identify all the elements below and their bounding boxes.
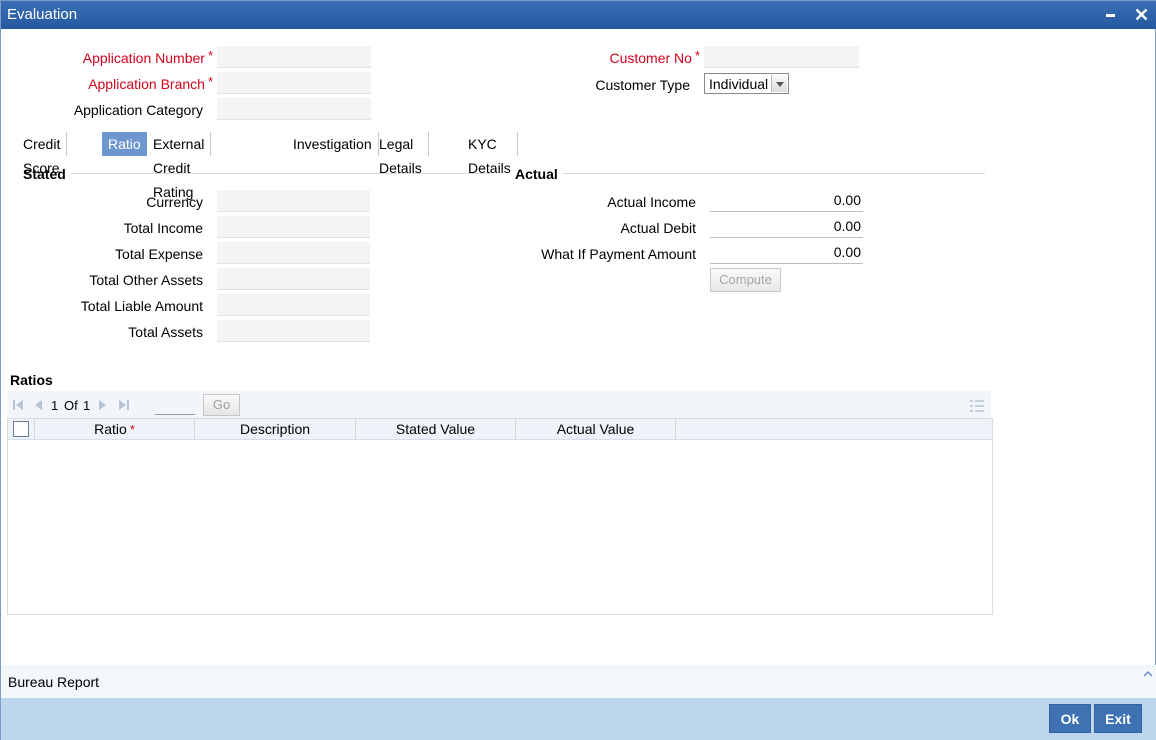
customer-no-label: Customer No *: [609, 48, 700, 66]
stated-heading: Stated: [23, 166, 66, 182]
last-page-icon[interactable]: [119, 400, 129, 410]
tab-ratio[interactable]: Ratio: [102, 132, 147, 156]
ratios-grid-toolbar: 1 Of 1 Go: [7, 391, 991, 419]
exit-button[interactable]: Exit: [1094, 704, 1142, 733]
actual-debit-label: Actual Debit: [620, 220, 696, 236]
first-page-icon[interactable]: [13, 400, 23, 410]
actual-heading: Actual: [515, 166, 558, 182]
total-liable-amount-label: Total Liable Amount: [80, 298, 203, 314]
tab-credit-score[interactable]: Credit Score: [17, 132, 68, 176]
application-category-field[interactable]: [217, 98, 371, 120]
stated-divider: [71, 173, 491, 174]
total-liable-amount-field[interactable]: [217, 294, 370, 316]
bureau-report-link[interactable]: Bureau Report: [8, 674, 99, 690]
total-pages: 1: [83, 398, 91, 413]
application-category-label: Application Category: [73, 102, 203, 118]
column-header-actual-value[interactable]: Actual Value: [516, 419, 676, 440]
actual-income-field[interactable]: 0.00: [710, 190, 863, 212]
close-icon: [1135, 8, 1147, 21]
previous-page-icon[interactable]: [33, 400, 43, 410]
chevron-up-icon[interactable]: [1143, 669, 1153, 679]
ratios-heading: Ratios: [10, 372, 53, 388]
chevron-down-icon[interactable]: [771, 75, 787, 92]
application-branch-label: Application Branch *: [88, 74, 213, 92]
actual-income-label: Actual Income: [607, 194, 696, 210]
ratios-grid-header: Ratio * Description Stated Value Actual V…: [8, 419, 992, 440]
close-button[interactable]: [1131, 4, 1151, 24]
ratios-grid: Ratio * Description Stated Value Actual V…: [7, 418, 993, 615]
title-bar: Evaluation: [1, 1, 1156, 29]
column-header-ratio[interactable]: Ratio *: [35, 419, 195, 440]
application-number-label: Application Number *: [82, 48, 213, 66]
currency-label: Currency: [146, 194, 203, 210]
what-if-payment-amount-label: What If Payment Amount: [541, 246, 696, 262]
total-assets-label: Total Assets: [128, 324, 203, 340]
current-page: 1: [51, 398, 59, 413]
customer-no-field[interactable]: [704, 46, 859, 68]
currency-field[interactable]: [217, 190, 370, 212]
page-number-input[interactable]: [155, 395, 195, 415]
total-other-assets-label: Total Other Assets: [89, 272, 203, 288]
tab-investigation[interactable]: Investigation: [287, 132, 379, 156]
column-settings-icon[interactable]: [970, 400, 984, 412]
total-other-assets-field[interactable]: [217, 268, 370, 290]
customer-type-label: Customer Type: [595, 77, 690, 93]
total-income-label: Total Income: [123, 220, 203, 236]
select-all-checkbox[interactable]: [13, 421, 29, 437]
ok-button[interactable]: Ok: [1049, 704, 1091, 733]
next-page-icon[interactable]: [98, 400, 108, 410]
minimize-button[interactable]: [1101, 4, 1121, 24]
column-header-description[interactable]: Description: [195, 419, 356, 440]
select-all-cell: [8, 419, 35, 440]
customer-type-select[interactable]: Individual: [704, 73, 789, 94]
evaluation-window: Evaluation Application Number * Applicati…: [0, 0, 1156, 740]
what-if-payment-amount-field[interactable]: 0.00: [710, 242, 863, 264]
total-assets-field[interactable]: [217, 320, 370, 342]
go-button[interactable]: Go: [203, 394, 240, 416]
compute-button[interactable]: Compute: [710, 268, 781, 292]
window-title: Evaluation: [7, 6, 78, 23]
tab-kyc-details[interactable]: KYC Details: [462, 132, 518, 176]
tab-external-credit-rating[interactable]: External Credit Rating: [147, 132, 212, 200]
page-of-label: Of: [64, 398, 78, 413]
column-header-stated-value[interactable]: Stated Value: [356, 419, 516, 440]
application-branch-field[interactable]: [217, 72, 371, 94]
customer-type-value: Individual: [709, 76, 769, 92]
total-expense-field[interactable]: [217, 242, 370, 264]
actual-debit-field[interactable]: 0.00: [710, 216, 863, 238]
action-bar: Ok Exit: [1, 698, 1156, 740]
application-number-field[interactable]: [217, 46, 371, 68]
bureau-report-bar: Bureau Report: [1, 665, 1156, 698]
total-expense-label: Total Expense: [115, 246, 203, 262]
tab-legal-details[interactable]: Legal Details: [373, 132, 429, 176]
total-income-field[interactable]: [217, 216, 370, 238]
minimize-icon: [1106, 14, 1115, 17]
actual-divider: [563, 173, 985, 174]
